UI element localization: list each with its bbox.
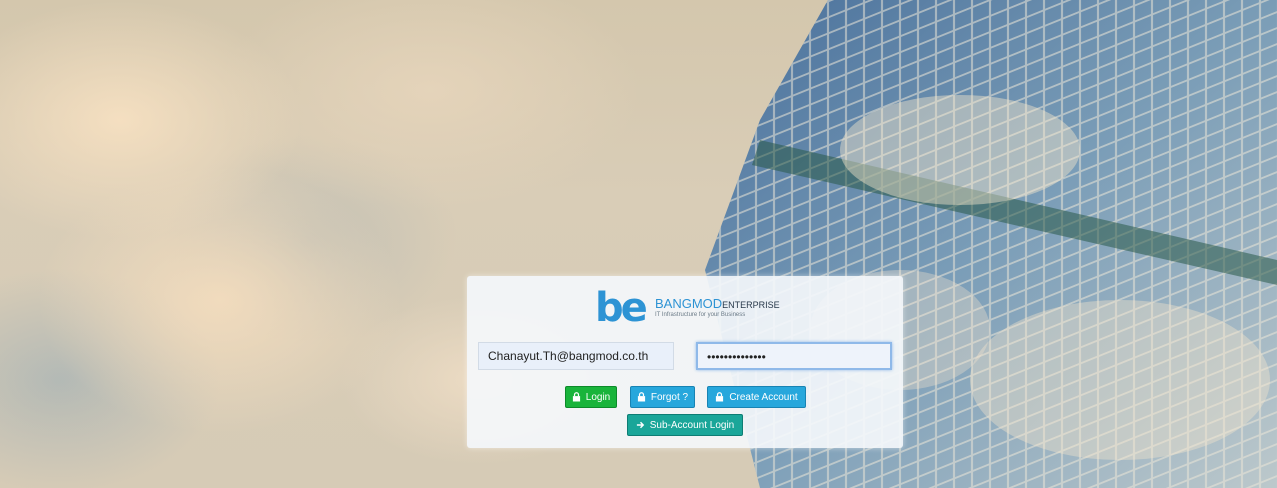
arrow-right-icon <box>636 421 644 429</box>
brand-name-main: BANGMOD <box>655 296 723 311</box>
create-account-button-label: Create Account <box>729 391 798 403</box>
create-account-button[interactable]: Create Account <box>707 386 806 408</box>
sub-account-login-button[interactable]: Sub-Account Login <box>627 414 743 436</box>
lock-icon <box>572 392 580 402</box>
password-field[interactable]: •••••••••••••• <box>696 342 892 370</box>
logo-mark: be <box>595 285 648 331</box>
login-button[interactable]: Login <box>565 386 617 408</box>
brand-name-suffix: ENTERPRISE <box>722 300 780 310</box>
login-button-label: Login <box>585 391 611 403</box>
brand-name: BANGMODENTERPRISE <box>655 296 780 311</box>
sub-account-login-button-label: Sub-Account Login <box>649 419 735 431</box>
forgot-button[interactable]: Forgot ? <box>630 386 695 408</box>
bangmod-logo: be BANGMODENTERPRISE IT Infrastructure f… <box>595 286 785 332</box>
lock-icon <box>716 392 724 402</box>
login-panel: be BANGMODENTERPRISE IT Infrastructure f… <box>467 276 903 448</box>
brand-tagline: IT Infrastructure for your Business <box>655 312 746 318</box>
lock-icon <box>637 392 645 402</box>
email-field[interactable]: Chanayut.Th@bangmod.co.th <box>478 342 674 370</box>
forgot-button-label: Forgot ? <box>650 391 689 403</box>
